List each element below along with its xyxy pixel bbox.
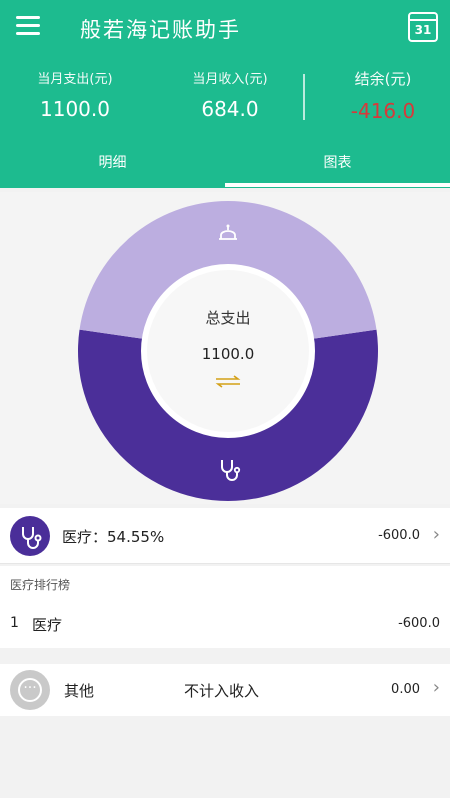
balance-value: -416.0	[350, 99, 416, 123]
balance: 结余(元) -416.0	[328, 68, 438, 123]
more-icon: ···	[10, 670, 50, 710]
selected-category-amount: -600.0	[378, 528, 420, 543]
calendar-day: 31	[414, 23, 432, 37]
menu-icon[interactable]	[16, 16, 40, 36]
expense-value: 1100.0	[40, 97, 110, 121]
income-label: 当月收入(元)	[192, 72, 268, 87]
calendar-icon[interactable]: 31	[408, 12, 438, 42]
monthly-income: 当月收入(元) 684.0	[175, 68, 285, 121]
monthly-expense: 当月支出(元) 1100.0	[20, 68, 130, 121]
donut-center-value: 1100.0	[202, 345, 255, 363]
ranking-item-name: 医疗	[32, 616, 63, 634]
ranking-section: 医疗排行榜 1 医疗 -600.0	[0, 566, 450, 648]
chevron-right-icon: ›	[432, 677, 440, 698]
other-amount: 0.00	[391, 682, 420, 697]
income-value: 684.0	[201, 97, 259, 121]
stethoscope-icon	[10, 516, 50, 556]
other-note: 不计入收入	[184, 682, 260, 700]
summary-divider	[303, 74, 305, 120]
other-label: 其他	[64, 682, 95, 700]
donut-chart: 总支出 1100.0	[77, 200, 378, 501]
ranking-item-amount: -600.0	[398, 616, 440, 631]
donut-chart-area: 总支出 1100.0	[0, 192, 450, 504]
tab-details[interactable]: 明细	[0, 152, 225, 172]
expense-label: 当月支出(元)	[37, 72, 113, 87]
ranking-title: 医疗排行榜	[10, 578, 71, 592]
chevron-right-icon: ›	[432, 524, 440, 545]
selected-category-label: 医疗：54.55%	[62, 528, 165, 546]
tab-chart[interactable]: 图表	[225, 152, 450, 172]
app-title: 般若海记账助手	[80, 18, 241, 42]
active-tab-indicator	[225, 183, 450, 187]
other-row[interactable]: ··· 其他 不计入收入 0.00 ›	[0, 664, 450, 716]
selected-category-row[interactable]: 医疗：54.55% -600.0 ›	[0, 508, 450, 564]
ranking-item-rank: 1	[10, 615, 19, 631]
balance-label: 结余(元)	[354, 70, 412, 88]
app-header: 般若海记账助手 31 当月支出(元) 1100.0 当月收入(元) 684.0 …	[0, 0, 450, 188]
donut-center-label: 总支出	[205, 309, 250, 327]
